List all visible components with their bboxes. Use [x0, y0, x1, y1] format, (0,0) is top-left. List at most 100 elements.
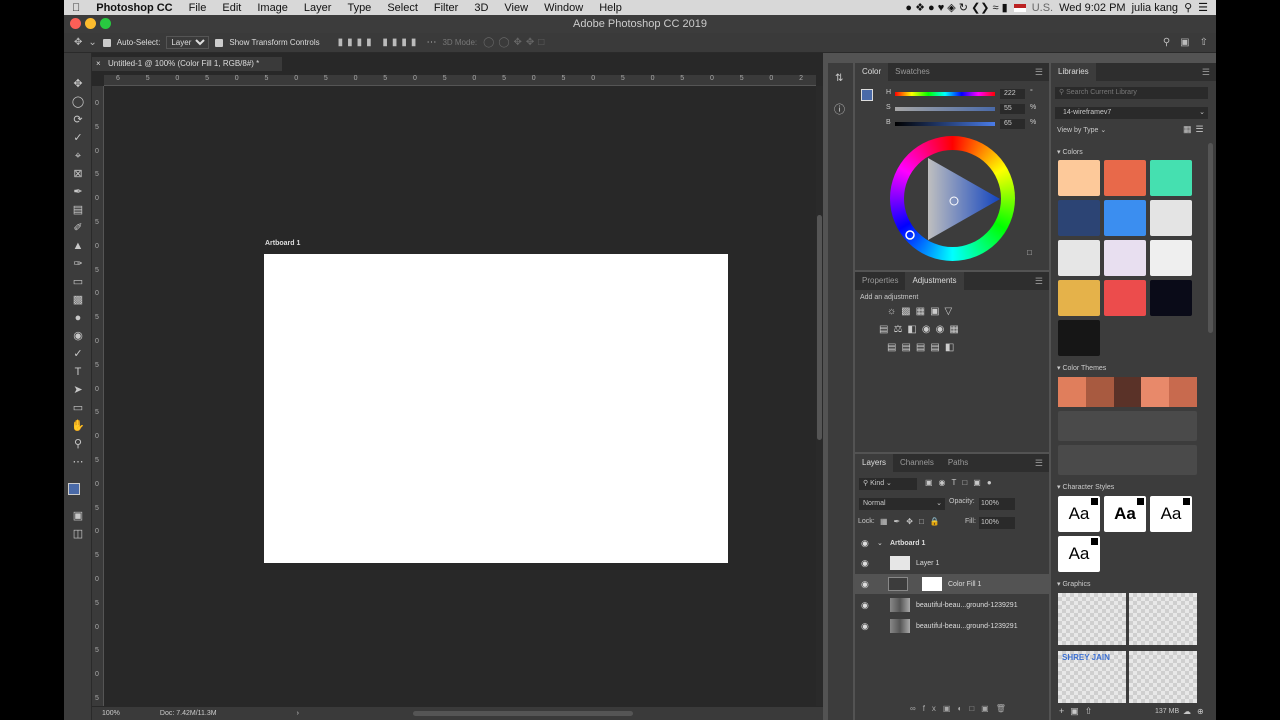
- gradient-tool-icon[interactable]: ▩: [69, 292, 87, 308]
- library-actions[interactable]: +▣⇧: [1059, 706, 1098, 717]
- visibility-eye-icon[interactable]: ◉: [861, 558, 869, 569]
- character-style[interactable]: Aa: [1150, 496, 1192, 532]
- saturation-slider[interactable]: S 55 %: [886, 104, 1040, 114]
- crop-tool-icon[interactable]: ⌖: [69, 148, 87, 164]
- dodge-tool-icon[interactable]: ◉: [69, 328, 87, 344]
- menu-filter[interactable]: Filter: [426, 2, 466, 14]
- menu-type[interactable]: Type: [339, 2, 379, 14]
- tab-channels[interactable]: Channels: [893, 454, 941, 472]
- lock-icons[interactable]: ▦✒✥□🔒: [880, 517, 946, 526]
- status-icons[interactable]: ● ❖ ● ♥ ◈ ↻ ❮❯ ≈ ▮: [905, 1, 1007, 14]
- auto-select-checkbox[interactable]: [102, 38, 111, 47]
- input-source[interactable]: U.S.: [1032, 2, 1053, 14]
- graphic-item[interactable]: [1058, 593, 1126, 645]
- show-transform-checkbox[interactable]: [215, 38, 224, 47]
- visibility-eye-icon[interactable]: ◉: [861, 621, 869, 632]
- libraries-scrollbar[interactable]: [1208, 143, 1213, 333]
- blend-mode-dropdown[interactable]: Normal ⌄: [859, 498, 945, 510]
- gamut-warning-icon[interactable]: □: [1027, 248, 1032, 257]
- eraser-tool-icon[interactable]: ▭: [69, 274, 87, 290]
- section-colors[interactable]: ▾ Colors: [1057, 148, 1083, 156]
- brightness-contrast-icon[interactable]: ☼: [887, 306, 896, 317]
- zoom-tool-icon[interactable]: ⚲: [69, 436, 87, 452]
- layer-actions[interactable]: ∞fx▣◐□▣🗑: [910, 704, 1013, 713]
- document-tab[interactable]: × Untitled-1 @ 100% (Color Fill 1, RGB/8…: [92, 57, 282, 71]
- visibility-eye-icon[interactable]: ◉: [861, 579, 869, 590]
- menu-3d[interactable]: 3D: [466, 2, 496, 14]
- zoom-window-button[interactable]: [100, 18, 111, 29]
- view-toggle-icons[interactable]: ▦☰: [1183, 124, 1208, 135]
- graphic-item[interactable]: SHREY JAIN: [1058, 651, 1126, 703]
- search-icon[interactable]: ⚲: [1163, 37, 1170, 48]
- library-dropdown[interactable]: 14-wireframev7 ⌄: [1055, 107, 1208, 119]
- layer-row[interactable]: ◉ ⌄ Artboard 1: [855, 533, 1049, 553]
- move-tool-icon[interactable]: ✥: [69, 76, 87, 92]
- library-color-swatch[interactable]: [1150, 240, 1192, 276]
- hue-input[interactable]: 222: [1000, 89, 1025, 99]
- collapse-chevron-icon[interactable]: ⌄: [877, 539, 883, 547]
- menu-window[interactable]: Window: [536, 2, 591, 14]
- clock[interactable]: Wed 9:02 PM: [1059, 2, 1125, 14]
- healing-brush-tool-icon[interactable]: ▤: [69, 202, 87, 218]
- library-color-swatch[interactable]: [1058, 280, 1100, 316]
- blur-tool-icon[interactable]: ●: [69, 310, 87, 326]
- status-menu-chevron-icon[interactable]: ›: [297, 710, 299, 717]
- exposure-icon[interactable]: ▣: [930, 306, 939, 317]
- menu-select[interactable]: Select: [379, 2, 426, 14]
- library-color-swatch[interactable]: [1058, 200, 1100, 236]
- artboard[interactable]: [264, 254, 728, 563]
- layer-filter-dropdown[interactable]: ⚲ Kind ⌄: [859, 478, 917, 490]
- minimize-window-button[interactable]: [85, 18, 96, 29]
- clone-stamp-tool-icon[interactable]: ▲: [69, 238, 87, 254]
- brush-tool-icon[interactable]: ✐: [69, 220, 87, 236]
- color-theme[interactable]: [1058, 377, 1197, 407]
- posterize-icon[interactable]: ▤: [901, 342, 910, 353]
- tool-preset-chevron-icon[interactable]: ⌄: [88, 37, 96, 48]
- auto-select-dropdown[interactable]: Layer: [166, 36, 210, 49]
- character-style[interactable]: Aa: [1104, 496, 1146, 532]
- library-search-input[interactable]: ⚲ Search Current Library: [1055, 87, 1208, 99]
- visibility-eye-icon[interactable]: ◉: [861, 538, 869, 549]
- horizontal-scroll-thumb[interactable]: [413, 711, 633, 716]
- menu-layer[interactable]: Layer: [296, 2, 340, 14]
- path-selection-tool-icon[interactable]: ➤: [69, 382, 87, 398]
- menu-view[interactable]: View: [496, 2, 536, 14]
- layer-row[interactable]: ◉ Layer 1: [855, 553, 1049, 573]
- tab-properties[interactable]: Properties: [855, 272, 905, 290]
- vibrance-icon[interactable]: ▽: [945, 306, 953, 317]
- layer-row[interactable]: ◉ beautiful-beau...ground-1239291: [855, 616, 1049, 636]
- tab-paths[interactable]: Paths: [941, 454, 975, 472]
- panel-menu-icon[interactable]: ☰: [1035, 67, 1049, 78]
- section-character-styles[interactable]: ▾ Character Styles: [1057, 483, 1114, 491]
- character-style[interactable]: Aa: [1058, 496, 1100, 532]
- foreground-color-swatch[interactable]: [68, 483, 80, 495]
- artboard-label[interactable]: Artboard 1: [265, 240, 300, 247]
- more-options-icon[interactable]: ⋯: [426, 37, 436, 48]
- edit-toolbar-icon[interactable]: ⋯: [69, 454, 87, 470]
- panel-menu-icon[interactable]: ☰: [1202, 67, 1216, 78]
- hue-saturation-icon[interactable]: ▤: [879, 324, 888, 335]
- tab-adjustments[interactable]: Adjustments: [905, 272, 964, 290]
- lasso-tool-icon[interactable]: ⟳: [69, 112, 87, 128]
- history-brush-tool-icon[interactable]: ✑: [69, 256, 87, 272]
- levels-icon[interactable]: ▩: [901, 306, 910, 317]
- section-graphics[interactable]: ▾ Graphics: [1057, 580, 1090, 588]
- layer-row[interactable]: ◉ beautiful-beau...ground-1239291: [855, 595, 1049, 615]
- character-style[interactable]: Aa: [1058, 536, 1100, 572]
- add-library-icon[interactable]: ⊕: [1197, 707, 1204, 716]
- gradient-map-icon[interactable]: ▤: [930, 342, 939, 353]
- close-tab-icon[interactable]: ×: [96, 57, 101, 71]
- tab-libraries[interactable]: Libraries: [1051, 63, 1096, 81]
- layer-row[interactable]: ◉ Color Fill 1: [855, 574, 1049, 594]
- library-color-swatch[interactable]: [1058, 160, 1100, 196]
- close-window-button[interactable]: [70, 18, 81, 29]
- selective-color-icon[interactable]: ◧: [945, 342, 954, 353]
- hue-slider[interactable]: H 222 °: [886, 89, 1040, 99]
- library-color-swatch[interactable]: [1104, 160, 1146, 196]
- frame-tool-icon[interactable]: ⊠: [69, 166, 87, 182]
- library-color-swatch[interactable]: [1104, 200, 1146, 236]
- graphic-item[interactable]: [1129, 651, 1197, 703]
- graphic-item[interactable]: [1129, 593, 1197, 645]
- panel-menu-icon[interactable]: ☰: [1035, 276, 1049, 287]
- color-theme-empty[interactable]: [1058, 445, 1197, 475]
